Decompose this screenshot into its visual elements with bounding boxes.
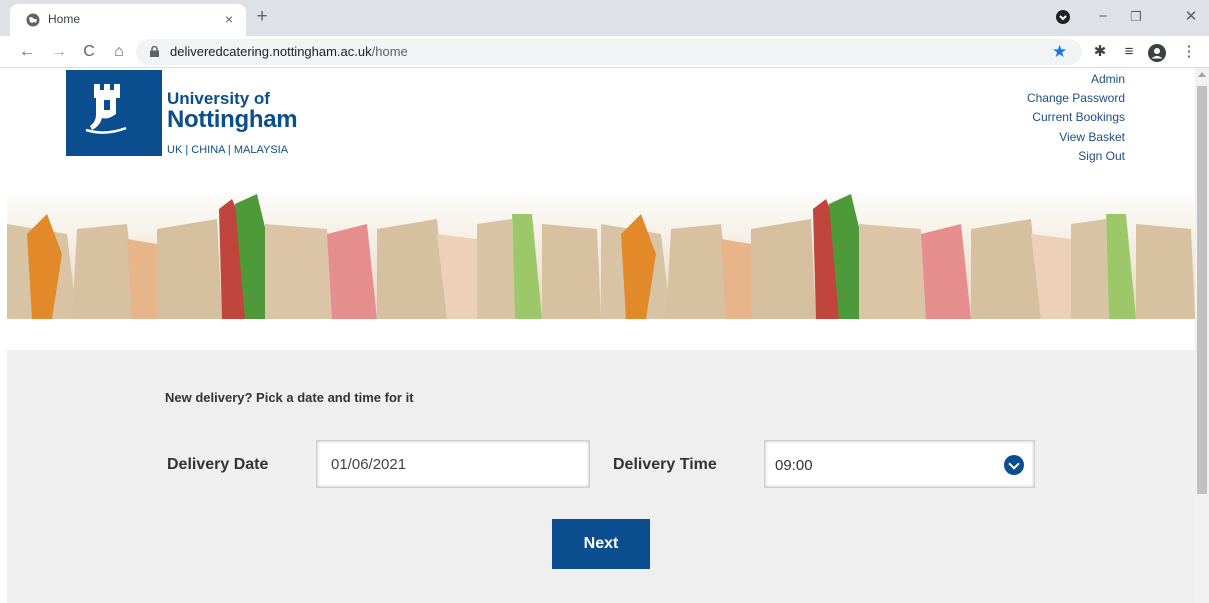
current-bookings-link[interactable]: Current Bookings <box>1027 108 1125 127</box>
logo-line2: Nottingham <box>167 106 298 133</box>
logo-tagline: UK | CHINA | MALAYSIA <box>167 144 289 156</box>
lock-icon[interactable] <box>150 46 159 57</box>
restore-icon[interactable]: ❐ <box>1125 6 1147 28</box>
browser-menu-icon[interactable]: ⋮ <box>1178 41 1200 63</box>
university-crest-logo[interactable] <box>66 70 162 156</box>
delivery-time-select[interactable]: 09:00 <box>764 440 1035 488</box>
delivery-date-label: Delivery Date <box>167 456 269 473</box>
delivery-form: New delivery? Pick a date and time for i… <box>7 350 1195 603</box>
sign-out-link[interactable]: Sign Out <box>1027 147 1125 166</box>
castle-icon <box>85 84 127 134</box>
reload-icon[interactable]: C <box>78 41 100 63</box>
form-prompt: New delivery? Pick a date and time for i… <box>165 390 414 405</box>
tab-title: Home <box>48 12 81 26</box>
page-scrollbar[interactable] <box>1195 68 1209 603</box>
extensions-icon[interactable]: ✱ <box>1089 41 1111 63</box>
profile-icon[interactable] <box>1148 44 1166 62</box>
url-text: deliveredcatering.nottingham.ac.uk/home <box>170 44 408 59</box>
tab-search-icon[interactable] <box>1055 9 1071 25</box>
minimize-icon[interactable]: − <box>1092 6 1114 28</box>
scrollbar-thumb[interactable] <box>1197 86 1207 494</box>
new-tab-button[interactable]: + <box>252 7 272 27</box>
home-icon[interactable]: ⌂ <box>108 41 130 63</box>
address-bar[interactable]: deliveredcatering.nottingham.ac.uk/home … <box>136 39 1082 65</box>
admin-link[interactable]: Admin <box>1027 70 1125 89</box>
page-content: University of Nottingham UK | CHINA | MA… <box>0 68 1209 603</box>
delivery-time-label: Delivery Time <box>613 456 717 473</box>
change-password-link[interactable]: Change Password <box>1027 89 1125 108</box>
view-basket-link[interactable]: View Basket <box>1027 128 1125 147</box>
bookmark-star-icon[interactable]: ★ <box>1052 41 1067 63</box>
tab-close-icon[interactable]: × <box>220 10 238 28</box>
delivery-date-input[interactable]: 01/06/2021 <box>316 440 590 488</box>
browser-tabstrip: Home × + − ❐ ✕ <box>0 0 1209 36</box>
browser-toolbar: ← → C ⌂ deliveredcatering.nottingham.ac.… <box>0 36 1209 68</box>
back-icon[interactable]: ← <box>16 41 38 63</box>
forward-icon[interactable]: → <box>48 41 70 63</box>
delivery-time-value: 09:00 <box>775 457 813 474</box>
scroll-up-icon[interactable] <box>1198 72 1206 77</box>
browser-tab[interactable]: Home × <box>10 4 246 36</box>
delivery-date-value: 01/06/2021 <box>331 456 407 473</box>
close-window-icon[interactable]: ✕ <box>1180 6 1202 28</box>
media-control-icon[interactable]: ≡ <box>1118 41 1140 63</box>
sandwich-banner-image <box>7 194 1195 319</box>
account-links: Admin Change Password Current Bookings V… <box>1027 70 1125 166</box>
next-button[interactable]: Next <box>552 519 650 569</box>
chevron-down-icon[interactable] <box>1004 455 1024 475</box>
globe-icon <box>26 13 40 27</box>
